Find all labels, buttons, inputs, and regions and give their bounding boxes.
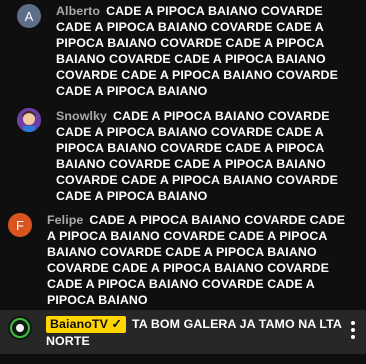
avatar-letter: A xyxy=(24,8,34,24)
author-name[interactable]: Felipe xyxy=(47,213,83,227)
avatar[interactable]: A xyxy=(17,4,41,28)
avatar[interactable]: F xyxy=(8,213,32,237)
avatar[interactable] xyxy=(17,108,41,132)
avatar-letter: F xyxy=(16,217,24,233)
message-text: CADE A PIPOCA BAIANO COVARDE CADE A PIPO… xyxy=(47,213,346,307)
avatar-image-icon xyxy=(8,316,32,340)
next-message-partial xyxy=(0,354,366,364)
owner-name: BaianoTV xyxy=(50,317,108,331)
message-body: Felipe CADE A PIPOCA BAIANO COVARDE CADE … xyxy=(47,212,352,308)
owner-badge[interactable]: BaianoTV ✓ xyxy=(46,316,126,333)
avatar[interactable] xyxy=(8,316,32,340)
message-text: CADE A PIPOCA BAIANO COVARDE CADE A PIPO… xyxy=(56,109,338,203)
author-name[interactable]: Snowlky xyxy=(56,109,107,123)
message-body: Alberto CADE A PIPOCA BAIANO COVARDE CADE… xyxy=(56,3,356,99)
message-body: BaianoTV ✓ TA BOM GALERA JA TAMO NA LTA N… xyxy=(46,316,346,350)
pinned-owner-message: BaianoTV ✓ TA BOM GALERA JA TAMO NA LTA N… xyxy=(0,310,366,354)
message-body: Snowlky CADE A PIPOCA BAIANO COVARDE CADE… xyxy=(56,108,356,204)
message-text: CADE A PIPOCA BAIANO COVARDE CADE A PIPO… xyxy=(56,4,338,98)
author-name[interactable]: Alberto xyxy=(56,4,100,18)
check-icon: ✓ xyxy=(111,317,122,331)
avatar-image-icon xyxy=(17,108,41,132)
more-vert-icon[interactable] xyxy=(350,320,356,340)
